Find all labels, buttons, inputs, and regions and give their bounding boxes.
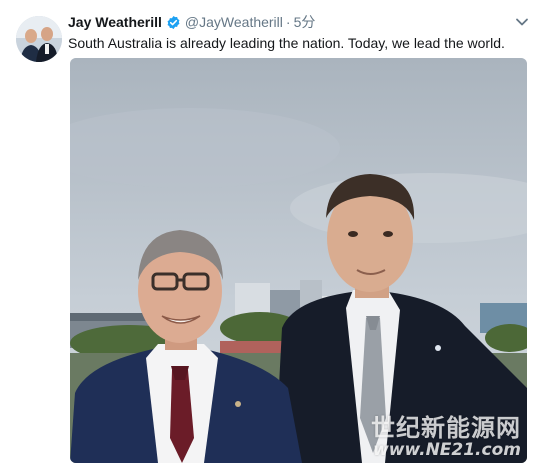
- author-handle[interactable]: @JayWeatherill: [185, 14, 283, 30]
- tweet-photo[interactable]: 世纪新能源网 www.NE21.com: [70, 58, 527, 463]
- author-avatar[interactable]: [16, 16, 62, 62]
- tweet-card: Jay Weatherill @JayWeatherill · 5分 South…: [0, 0, 560, 469]
- header-separator: ·: [285, 14, 291, 30]
- author-name[interactable]: Jay Weatherill: [68, 14, 162, 30]
- tweet-text: South Australia is already leading the n…: [68, 35, 505, 51]
- tweet-timestamp[interactable]: 5分: [294, 12, 316, 32]
- verified-badge-icon: [166, 15, 181, 30]
- chevron-down-icon[interactable]: [512, 12, 532, 32]
- tweet-header: Jay Weatherill @JayWeatherill · 5分: [68, 12, 520, 32]
